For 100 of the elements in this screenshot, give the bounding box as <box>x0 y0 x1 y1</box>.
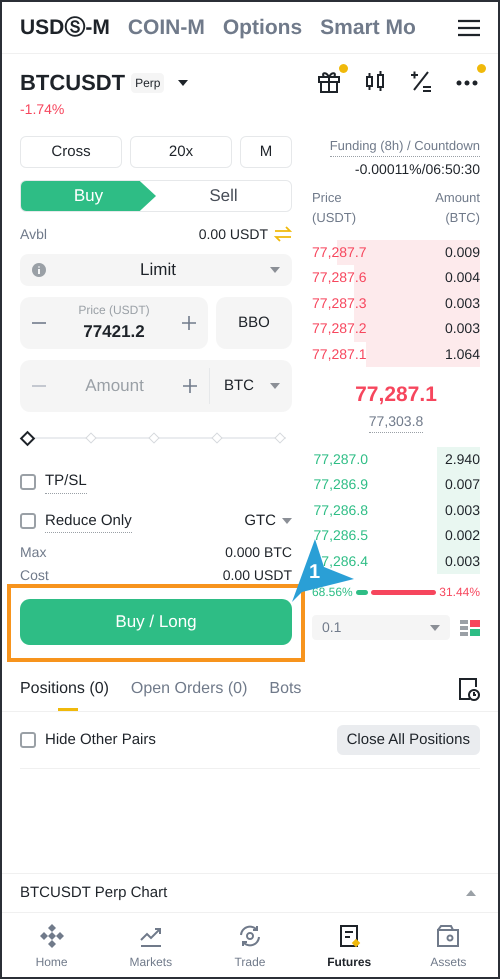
close-all-positions-button[interactable]: Close All Positions <box>336 725 480 755</box>
bid-price[interactable]: 77,286.8 <box>314 500 368 521</box>
ask-amount: 0.009 <box>444 242 480 262</box>
bid-amount: 0.003 <box>437 498 480 523</box>
diamond-logo-icon <box>38 923 65 949</box>
nav-item[interactable]: Markets <box>101 923 200 977</box>
slider-tick <box>274 432 286 444</box>
positions-tab[interactable]: Open Orders (0) <box>130 677 248 711</box>
buy-ratio: 68.56% <box>312 584 353 601</box>
wallet-icon <box>435 923 462 949</box>
ask-amount: 0.003 <box>444 294 480 313</box>
bid-price[interactable]: 7,286.4 <box>321 550 368 572</box>
market-tab[interactable]: COIN-M <box>128 12 205 44</box>
column-header: (USDT) <box>312 208 356 227</box>
margin-setting-button[interactable]: 20x <box>130 136 232 168</box>
ask-price[interactable]: 77,287.1 <box>312 344 366 365</box>
tick-size-select[interactable]: 0.1 <box>312 615 450 640</box>
price-field[interactable]: Price (USDT) 77421.2 <box>20 297 208 349</box>
market-tab[interactable]: USDⓈ-M <box>20 12 110 44</box>
checkbox[interactable] <box>20 732 36 748</box>
nav-item[interactable]: Assets <box>398 923 498 977</box>
buy-ratio-bar <box>356 590 368 594</box>
sell-ratio-bar <box>370 590 436 594</box>
order-type-value: Limit <box>139 259 177 282</box>
summary-label: Cost <box>20 566 49 585</box>
info-icon <box>32 263 46 277</box>
plus-icon[interactable] <box>182 316 196 330</box>
bbo-button[interactable]: BBO <box>216 297 292 349</box>
caret-icon <box>430 624 440 630</box>
nav-label: Futures <box>327 954 372 971</box>
checkbox[interactable] <box>20 513 36 530</box>
available-label: Avbl <box>20 224 47 244</box>
option-label[interactable]: Reduce Only <box>45 510 132 533</box>
ask-amount: 0.004 <box>444 268 480 288</box>
nav-item[interactable]: Futures <box>300 923 399 977</box>
time-in-force-value[interactable]: GTC <box>244 510 276 532</box>
ask-amount: 0.003 <box>444 319 480 338</box>
last-price: 77,287.1 <box>355 382 437 408</box>
caret-icon <box>178 80 188 86</box>
slider-tick <box>211 432 223 444</box>
amount-placeholder: Amount <box>84 375 145 398</box>
slider-tick <box>148 432 160 444</box>
bid-price[interactable]: 77,286.9 <box>314 474 368 496</box>
summary-value: 0.000 BTC <box>225 543 292 562</box>
bid-amount: 0.007 <box>437 472 480 498</box>
column-header: Amount <box>435 188 480 206</box>
nav-label: Markets <box>129 954 172 971</box>
side-tab[interactable]: Buy <box>21 181 156 211</box>
unit-value[interactable]: BTC <box>224 374 254 398</box>
bid-amount: 2.940 <box>437 446 480 472</box>
menu-icon[interactable] <box>458 18 480 36</box>
exchange-icon <box>237 923 263 949</box>
buy-long-button[interactable]: Buy / Long <box>20 599 292 645</box>
order-type-select[interactable]: Limit <box>20 254 292 286</box>
slider-tick <box>85 432 97 444</box>
available-value: 0.00 USDT <box>198 224 268 244</box>
callout-number: 1 <box>309 561 320 583</box>
ask-price[interactable]: 77,287.2 <box>312 318 366 340</box>
bid-price[interactable]: 77,287.0 <box>314 448 368 470</box>
price-change: -1.74% <box>20 100 66 119</box>
margin-setting-button[interactable]: M <box>240 136 292 168</box>
nav-item[interactable]: Home <box>2 923 102 977</box>
side-tab[interactable]: Sell <box>156 181 291 211</box>
positions-tab[interactable]: Positions (0) <box>20 677 109 711</box>
tick-size-value: 0.1 <box>322 618 342 637</box>
summary-label: Max <box>20 543 46 562</box>
book-layout-icon[interactable] <box>460 618 480 638</box>
sell-ratio: 31.44% <box>439 584 480 601</box>
market-tab[interactable]: Smart Mo <box>320 12 416 44</box>
nav-label: Assets <box>430 954 466 971</box>
chart-bar-title[interactable]: BTCUSDT Perp Chart <box>20 882 168 904</box>
hide-other-pairs-label[interactable]: Hide Other Pairs <box>45 728 156 752</box>
ask-price[interactable]: 77,287.6 <box>312 267 366 288</box>
checkbox[interactable] <box>20 474 36 490</box>
ask-price[interactable]: 77,287.7 <box>312 242 366 263</box>
option-label[interactable]: TP/SL <box>45 470 87 494</box>
order-history-icon[interactable] <box>458 677 480 701</box>
caret-icon <box>282 518 292 524</box>
bid-amount: 0.003 <box>437 548 480 574</box>
bid-price[interactable]: 77,286.5 <box>314 525 368 546</box>
plus-icon[interactable] <box>183 379 197 393</box>
price-label: Price (USDT) <box>78 302 150 320</box>
funding-label[interactable]: Funding (8h) / Countdown <box>330 136 480 156</box>
ask-amount: 1.064 <box>444 344 480 364</box>
amount-field[interactable]: Amount BTC <box>20 360 292 412</box>
pair-symbol[interactable]: BTCUSDT <box>20 66 126 99</box>
column-header: (BTC) <box>445 208 480 227</box>
perp-tag: Perp <box>131 72 164 92</box>
bid-amount: 0.002 <box>437 523 480 548</box>
collapse-caret-icon[interactable] <box>466 890 476 896</box>
caret-icon <box>270 267 280 273</box>
margin-setting-button[interactable]: Cross <box>20 136 122 168</box>
market-tab[interactable]: Options <box>222 12 302 44</box>
ask-price[interactable]: 77,287.3 <box>312 292 366 314</box>
column-header: Price <box>312 188 343 206</box>
summary-value: 0.00 USDT <box>222 566 292 585</box>
price-value: 77421.2 <box>83 321 145 344</box>
nav-item[interactable]: Trade <box>200 923 300 977</box>
positions-tab[interactable]: Bots <box>269 677 302 711</box>
nav-label: Home <box>36 954 68 971</box>
